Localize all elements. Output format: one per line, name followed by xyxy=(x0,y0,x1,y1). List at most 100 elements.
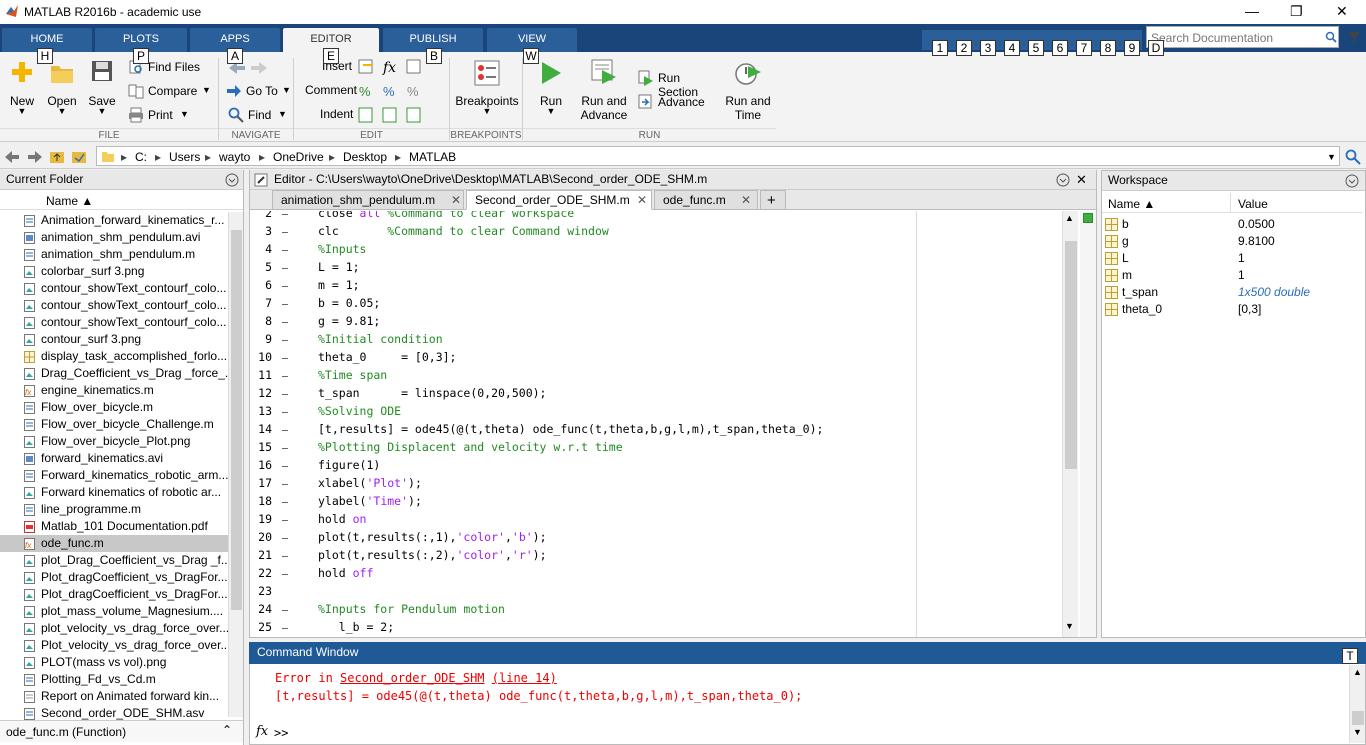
panel-menu-icon[interactable] xyxy=(225,173,239,187)
maximize-button[interactable]: ❐ xyxy=(1290,3,1303,20)
breakpoint-gutter-marker[interactable] xyxy=(282,448,288,449)
breakpoint-gutter-marker[interactable] xyxy=(282,628,288,629)
file-list-item[interactable]: plot_Drag_Coefficient_vs_Drag _f... xyxy=(0,552,228,569)
crumb-users[interactable]: Users xyxy=(169,150,200,164)
file-list-item[interactable]: Report on Animated forward kin... xyxy=(0,688,228,705)
breakpoint-gutter-marker[interactable] xyxy=(282,376,288,377)
code-line[interactable]: l_b = 2; xyxy=(318,620,394,634)
run-section-button[interactable]: Run Section xyxy=(638,70,720,99)
code-line[interactable]: theta_0 = [0,3]; xyxy=(318,350,456,364)
breakpoint-gutter-marker[interactable] xyxy=(282,340,288,341)
error-file-link[interactable]: Second_order_ODE_SHM xyxy=(340,671,485,685)
file-list-item[interactable]: PLOT(mass vs vol).png xyxy=(0,654,228,671)
code-line[interactable]: %Inputs for Pendulum motion xyxy=(318,602,505,616)
file-list-item[interactable]: line_programme.m xyxy=(0,501,228,518)
workspace-value-column[interactable]: Value xyxy=(1238,197,1268,211)
code-area[interactable]: 2 close all %Command to clear workspace 3 c… xyxy=(250,211,1096,637)
breakpoint-gutter-marker[interactable] xyxy=(282,574,288,575)
breakpoint-gutter-marker[interactable] xyxy=(282,412,288,413)
breakpoint-gutter-marker[interactable] xyxy=(282,538,288,539)
file-list-item[interactable]: colorbar_surf 3.png xyxy=(0,263,228,280)
search-icon[interactable] xyxy=(1325,31,1337,43)
file-list-item[interactable]: contour_showText_contourf_colo... xyxy=(0,314,228,331)
file-list-item[interactable]: Plot_velocity_vs_drag_force_over... xyxy=(0,637,228,654)
search-documentation-input[interactable]: Search Documentation xyxy=(1146,26,1339,48)
code-line[interactable]: hold on xyxy=(318,512,366,526)
folder-column-header[interactable]: Name ▲ xyxy=(0,191,243,210)
code-line[interactable]: plot(t,results(:,1),'color','b'); xyxy=(318,530,547,544)
breakpoint-gutter-marker[interactable] xyxy=(282,502,288,503)
file-list-item[interactable]: plot_velocity_vs_drag_force_over... xyxy=(0,620,228,637)
save-button[interactable]: Save ▼ xyxy=(82,56,122,126)
file-list-item[interactable]: forward_kinematics.avi xyxy=(0,450,228,467)
breakpoint-gutter-marker[interactable] xyxy=(282,214,288,215)
minimize-button[interactable]: — xyxy=(1245,3,1259,19)
crumb-desktop[interactable]: Desktop xyxy=(343,150,387,164)
breakpoint-gutter-marker[interactable] xyxy=(282,304,288,305)
breakpoint-gutter-marker[interactable] xyxy=(282,286,288,287)
breakpoint-gutter-marker[interactable] xyxy=(282,250,288,251)
file-list-item[interactable]: Plotting_Fd_vs_Cd.m xyxy=(0,671,228,688)
function-browser-icon[interactable]: fx xyxy=(256,724,268,739)
code-line[interactable]: %Inputs xyxy=(318,242,366,256)
file-list-item[interactable]: Forward kinematics of robotic ar... xyxy=(0,484,228,501)
file-list-item[interactable]: fx engine_kinematics.m xyxy=(0,382,228,399)
error-line-link[interactable]: (line 14) xyxy=(492,671,557,685)
code-line[interactable]: clc %Command to clear Command window xyxy=(318,224,609,238)
code-line[interactable]: plot(t,results(:,2),'color','r'); xyxy=(318,548,547,562)
workspace-variable-row[interactable]: b 0.0500 xyxy=(1102,216,1362,233)
command-input[interactable]: fx >> xyxy=(250,722,1350,744)
comment-button[interactable]: Comment xyxy=(305,83,357,97)
editor-tab-ode-func[interactable]: ode_func.m ✕ xyxy=(654,190,758,210)
advance-button[interactable]: Advance xyxy=(638,94,708,112)
workspace-variable-row[interactable]: theta_0 [0,3] xyxy=(1102,301,1362,318)
crumb-c[interactable]: C: xyxy=(135,150,147,164)
workspace-variable-row[interactable]: m1 xyxy=(1102,267,1362,284)
breakpoint-gutter-marker[interactable] xyxy=(282,322,288,323)
code-line[interactable]: %Initial condition xyxy=(318,332,443,346)
file-list-item[interactable]: contour_showText_contourf_colo... xyxy=(0,280,228,297)
analyzer-status-indicator[interactable] xyxy=(1083,213,1093,223)
breakpoint-gutter-marker[interactable] xyxy=(282,610,288,611)
crumb-matlab[interactable]: MATLAB xyxy=(409,150,456,164)
compare-button[interactable]: Compare ▼ xyxy=(128,82,214,100)
file-list-item[interactable]: Flow_over_bicycle.m xyxy=(0,399,228,416)
file-details-bar[interactable]: ode_func.m (Function) ⌃ xyxy=(0,720,243,742)
breakpoint-gutter-marker[interactable] xyxy=(282,268,288,269)
code-line[interactable]: close all %Command to clear workspace xyxy=(318,211,574,220)
path-dropdown-icon[interactable]: ▼ xyxy=(1327,152,1336,162)
current-folder-path[interactable]: ▸ C: ▸ Users ▸ wayto ▸ OneDrive ▸ Deskto… xyxy=(96,146,1340,166)
go-to-button[interactable]: Go To ▼ xyxy=(226,82,294,100)
close-window-button[interactable]: ✕ xyxy=(1336,3,1348,20)
code-line[interactable]: [t,results] = ode45(@(t,theta) ode_func(… xyxy=(318,422,823,436)
breakpoint-gutter-marker[interactable] xyxy=(282,232,288,233)
file-list-item[interactable]: Flow_over_bicycle_Challenge.m xyxy=(0,416,228,433)
run-and-time-button[interactable]: Run and Time xyxy=(722,56,774,126)
file-list-item[interactable]: animation_shm_pendulum.m xyxy=(0,246,228,263)
code-line[interactable]: m = 1; xyxy=(318,278,360,292)
add-tab-button[interactable]: + xyxy=(760,190,786,210)
run-button[interactable]: Run ▼ xyxy=(530,56,572,126)
run-and-advance-button[interactable]: Run and Advance xyxy=(578,56,630,126)
breakpoint-gutter-marker[interactable] xyxy=(282,358,288,359)
breakpoint-gutter-marker[interactable] xyxy=(282,520,288,521)
find-button[interactable]: Find ▼ xyxy=(228,106,290,124)
code-line[interactable]: b = 0.05; xyxy=(318,296,380,310)
file-list-item[interactable]: Matlab_101 Documentation.pdf xyxy=(0,518,228,535)
command-scrollbar[interactable]: ▲ ▼ xyxy=(1349,665,1365,743)
file-list-item[interactable]: Drag_Coefficient_vs_Drag _force_... xyxy=(0,365,228,382)
code-line[interactable]: %Time span xyxy=(318,368,387,382)
breakpoint-gutter-marker[interactable] xyxy=(282,430,288,431)
code-line[interactable]: hold off xyxy=(318,566,373,580)
command-scrollbar-thumb[interactable] xyxy=(1352,711,1364,725)
folder-scrollbar[interactable] xyxy=(228,212,243,717)
print-button[interactable]: Print ▼ xyxy=(128,106,194,124)
workspace-variable-row[interactable]: t_span 1x500 double xyxy=(1102,284,1362,301)
file-list-item[interactable]: Flow_over_bicycle_Plot.png xyxy=(0,433,228,450)
file-list-item[interactable]: Plot_dragCoefficient_vs_DragFor... xyxy=(0,586,228,603)
navigation-icons[interactable] xyxy=(4,149,92,165)
file-list-item[interactable]: fx ode_func.m xyxy=(0,535,228,552)
editor-scrollbar-thumb[interactable] xyxy=(1065,241,1077,469)
code-line[interactable]: xlabel('Plot'); xyxy=(318,476,422,490)
code-line[interactable]: %Solving ODE xyxy=(318,404,401,418)
